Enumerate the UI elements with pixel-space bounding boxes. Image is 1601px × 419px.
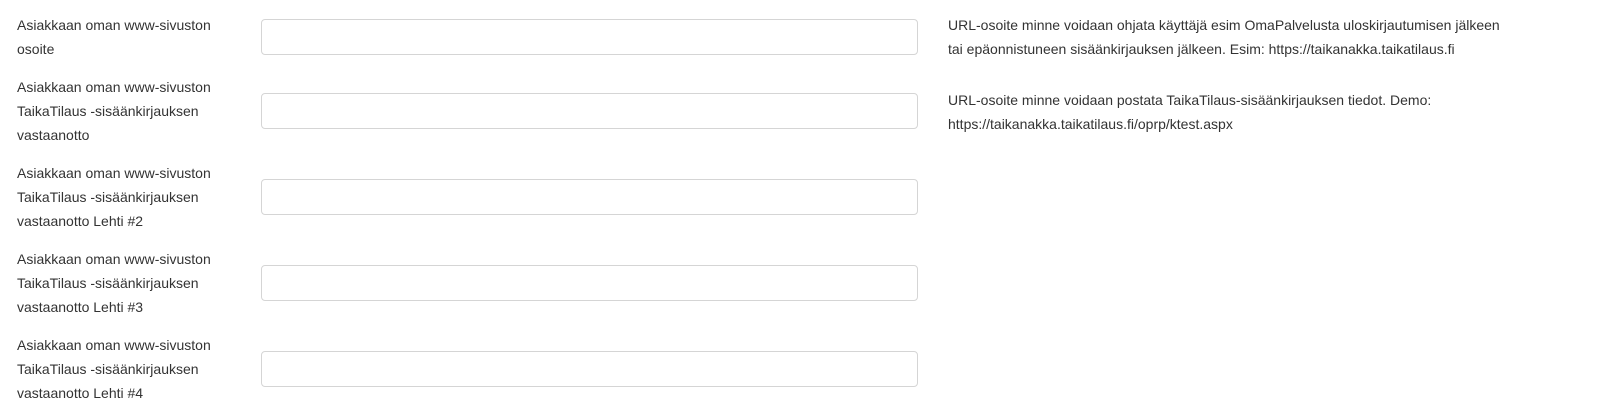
field-label-line: osoite <box>17 41 55 57</box>
field-label-line: Asiakkaan oman www-sivuston <box>17 251 211 267</box>
field-label-line: TaikaTilaus -sisäänkirjauksen <box>17 275 199 291</box>
help-text-line: URL-osoite minne voidaan postata TaikaTi… <box>948 92 1432 108</box>
field-label-line: Asiakkaan oman www-sivuston <box>17 17 211 33</box>
field-label-login-receiver-lehti-4: Asiakkaan oman www-sivuston TaikaTilaus … <box>17 333 247 405</box>
help-text-line: URL-osoite minne voidaan ohjata käyttäjä… <box>948 17 1500 33</box>
field-label-line: vastaanotto Lehti #3 <box>17 299 144 315</box>
field-label-line: TaikaTilaus -sisäänkirjauksen <box>17 103 199 119</box>
field-label-line: vastaanotto Lehti #2 <box>17 213 144 229</box>
field-label-login-receiver-lehti-2: Asiakkaan oman www-sivuston TaikaTilaus … <box>17 161 247 233</box>
field-label-line: TaikaTilaus -sisäänkirjauksen <box>17 361 199 377</box>
help-text-login-receiver: URL-osoite minne voidaan postata TaikaTi… <box>948 88 1598 136</box>
website-url-input[interactable] <box>261 19 918 55</box>
help-text-line: tai epäonnistuneen sisäänkirjauksen jälk… <box>948 41 1455 57</box>
login-receiver-lehti-3-input[interactable] <box>261 265 918 301</box>
field-label-login-receiver: Asiakkaan oman www-sivuston TaikaTilaus … <box>17 75 247 147</box>
login-receiver-url-input[interactable] <box>261 93 918 129</box>
help-text-website-url: URL-osoite minne voidaan ohjata käyttäjä… <box>948 13 1598 61</box>
field-label-line: Asiakkaan oman www-sivuston <box>17 165 211 181</box>
help-text-line: https://taikanakka.taikatilaus.fi/oprp/k… <box>948 116 1233 132</box>
field-label-login-receiver-lehti-3: Asiakkaan oman www-sivuston TaikaTilaus … <box>17 247 247 319</box>
login-receiver-lehti-4-input[interactable] <box>261 351 918 387</box>
field-label-line: vastaanotto Lehti #4 <box>17 385 144 401</box>
url-settings-form: Asiakkaan oman www-sivuston osoite URL-o… <box>0 0 1601 419</box>
field-label-line: Asiakkaan oman www-sivuston <box>17 79 211 95</box>
field-label-line: TaikaTilaus -sisäänkirjauksen <box>17 189 199 205</box>
field-label-line: vastaanotto <box>17 127 90 143</box>
login-receiver-lehti-2-input[interactable] <box>261 179 918 215</box>
field-label-line: Asiakkaan oman www-sivuston <box>17 337 211 353</box>
field-label-website-url: Asiakkaan oman www-sivuston osoite <box>17 13 247 61</box>
